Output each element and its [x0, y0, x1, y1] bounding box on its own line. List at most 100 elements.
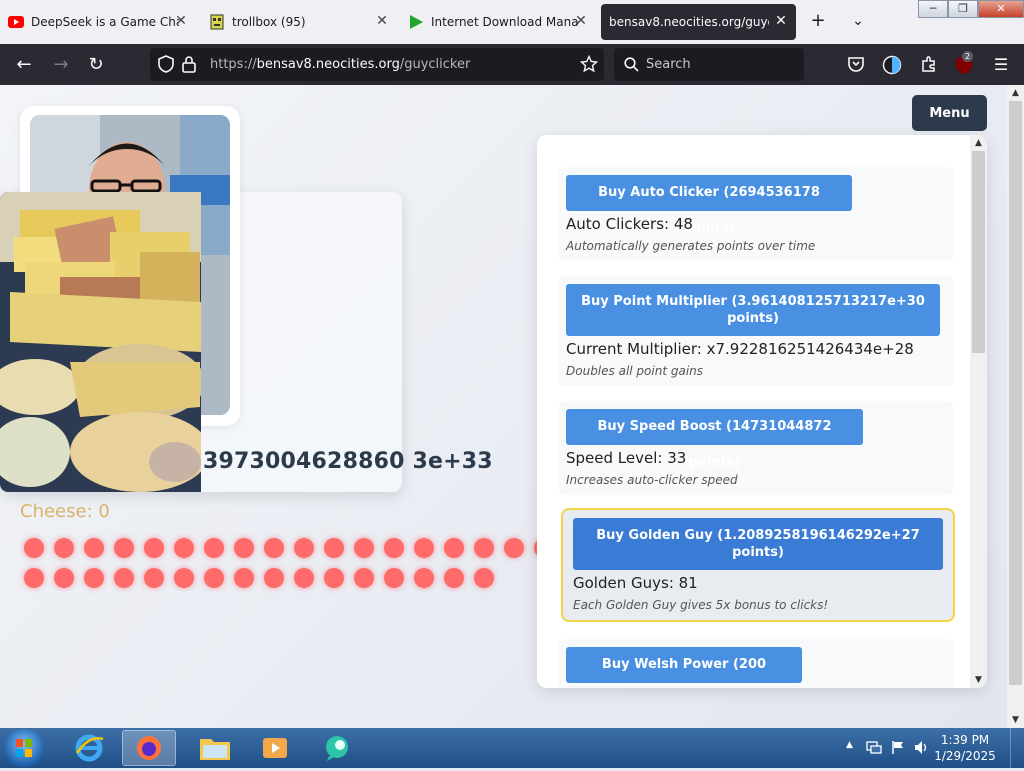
back-arrow-icon[interactable]: ← [13, 54, 35, 76]
pocket-icon[interactable] [847, 56, 865, 77]
internet-explorer-icon[interactable] [62, 730, 116, 766]
golden-guy-dot [324, 568, 344, 588]
golden-guy-dot [234, 538, 254, 558]
scroll-down-arrow-icon[interactable]: ▼ [970, 672, 987, 688]
tab-trollbox[interactable]: trollbox (95) ✕ [201, 4, 397, 40]
golden-guy-dot [444, 538, 464, 558]
golden-guy-dot [504, 538, 524, 558]
restore-button[interactable]: ❐ [948, 0, 978, 18]
hamburger-menu-icon[interactable]: ☰ [990, 54, 1012, 76]
shop-item-golden-guy: Buy Golden Guy (1.2089258196146292e+27 p… [561, 508, 955, 622]
golden-guy-dot [234, 568, 254, 588]
search-icon [624, 57, 639, 76]
golden-guy-dot [384, 568, 404, 588]
golden-guy-desc: Each Golden Guy gives 5x bonus to clicks… [573, 598, 829, 612]
golden-guy-dot [324, 538, 344, 558]
golden-guy-dot [24, 538, 44, 558]
multiplier-stat: Current Multiplier: x7.922816251426434e+… [566, 340, 914, 358]
network-icon[interactable] [866, 740, 882, 757]
golden-guy-dot [294, 538, 314, 558]
cheese-image[interactable] [0, 192, 201, 492]
menu-button[interactable]: Menu [912, 95, 987, 131]
tab-title: Internet Download Manag [431, 15, 579, 29]
golden-guy-dot [54, 568, 74, 588]
tab-close-button[interactable]: ✕ [574, 14, 588, 28]
golden-guy-dot [54, 538, 74, 558]
forward-arrow-icon[interactable]: → [50, 54, 72, 76]
shop-scrollbar[interactable]: ▲ ▼ [970, 135, 987, 688]
action-center-flag-icon[interactable] [891, 740, 905, 758]
tab-title: DeepSeek is a Game Chang [31, 15, 179, 29]
tab-close-button[interactable]: ✕ [375, 14, 389, 28]
shop-item-auto-clicker: Buy Auto Clicker (2694536178 points) Aut… [558, 167, 954, 261]
youtube-icon [8, 14, 24, 30]
clock-date: 1/29/2025 [934, 749, 996, 763]
tab-title: bensav8.neocities.org/guyclick [609, 15, 769, 29]
cheese-counter: Cheese: 0 [20, 501, 110, 522]
golden-guy-dot [384, 538, 404, 558]
scroll-up-arrow-icon[interactable]: ▲ [970, 135, 987, 151]
url-text[interactable]: https://bensav8.neocities.org/guyclicker [210, 57, 470, 72]
golden-guy-dot [354, 568, 374, 588]
search-field[interactable]: Search [614, 48, 804, 81]
tab-guyclicker[interactable]: bensav8.neocities.org/guyclick ✕ [601, 4, 796, 40]
buy-golden-guy-button[interactable]: Buy Golden Guy (1.2089258196146292e+27 p… [573, 518, 943, 570]
lock-icon[interactable] [182, 55, 196, 77]
reload-icon[interactable]: ↻ [85, 54, 107, 76]
url-path: /guyclicker [399, 57, 471, 72]
golden-guy-dot [84, 538, 104, 558]
list-tabs-chevron-icon[interactable]: ⌄ [848, 12, 868, 30]
page-scroll-thumb[interactable] [1009, 101, 1022, 685]
golden-guy-dot [84, 568, 104, 588]
auto-clicker-desc: Automatically generates points over time [566, 239, 816, 253]
file-explorer-folder-icon[interactable] [188, 730, 242, 766]
golden-guy-dot [24, 568, 44, 588]
volume-speaker-icon[interactable] [914, 740, 930, 758]
shop-item-point-multiplier: Buy Point Multiplier (3.961408125713217e… [558, 276, 954, 386]
buy-welsh-power-button[interactable]: Buy Welsh Power (200 points) [566, 647, 802, 683]
firefox-taskbar-icon[interactable] [122, 730, 176, 766]
tab-close-button[interactable]: ✕ [774, 14, 788, 28]
new-tab-plus-icon[interactable]: + [808, 12, 828, 30]
dark-reader-icon[interactable] [882, 55, 902, 79]
system-clock[interactable]: 1:39 PM 1/29/2025 [930, 732, 1000, 764]
page-scrollbar[interactable]: ▲ ▼ [1007, 85, 1024, 728]
shop-scroll-thumb[interactable] [972, 151, 985, 353]
golden-guy-dot [474, 568, 494, 588]
show-hidden-icons-arrow-icon[interactable]: ▲ [846, 740, 853, 750]
golden-guy-dot [354, 538, 374, 558]
shop-panel: Buy Auto Clicker (2694536178 points) Aut… [537, 135, 987, 688]
golden-guy-dot [474, 538, 494, 558]
golden-guy-dot [414, 568, 434, 588]
windows-taskbar: ▲ 1:39 PM 1/29/2025 [0, 728, 1024, 768]
golden-guy-dot [114, 568, 134, 588]
tab-idm[interactable]: Internet Download Manag ✕ [400, 4, 596, 40]
media-player-icon[interactable] [248, 730, 302, 766]
tab-deepseek[interactable]: DeepSeek is a Game Chang ✕ [0, 4, 196, 40]
golden-guy-dot [174, 538, 194, 558]
golden-guy-dot [294, 568, 314, 588]
golden-guy-dot [264, 538, 284, 558]
shield-icon[interactable] [158, 55, 174, 77]
show-desktop-button[interactable] [1010, 728, 1024, 768]
golden-guy-dot [204, 568, 224, 588]
navigation-toolbar: ← → ↻ https://bensav8.neocities.org/guyc… [0, 44, 1024, 85]
chat-bubble-app-icon[interactable] [310, 730, 364, 766]
golden-guy-dot [414, 538, 434, 558]
tab-close-button[interactable]: ✕ [174, 14, 188, 28]
scroll-down-arrow-icon[interactable]: ▼ [1007, 712, 1024, 728]
game-page: 3973004628860 3e+33 Cheese: 0 Menu Buy A… [0, 85, 1007, 728]
buy-auto-clicker-button[interactable]: Buy Auto Clicker (2694536178 points) [566, 175, 852, 236]
close-window-button[interactable]: ✕ [978, 0, 1024, 18]
start-button-windows-icon[interactable] [4, 729, 44, 767]
speed-level-stat: Speed Level: 33 [566, 449, 687, 467]
buy-speed-boost-button[interactable]: Buy Speed Boost (14731044872 points) [566, 409, 863, 470]
trollbox-icon [209, 14, 225, 30]
address-bar[interactable]: https://bensav8.neocities.org/guyclicker [150, 48, 604, 81]
bookmark-star-icon[interactable] [579, 54, 599, 77]
url-prefix: https:// [210, 57, 257, 72]
extensions-puzzle-icon[interactable] [920, 55, 938, 77]
scroll-up-arrow-icon[interactable]: ▲ [1007, 85, 1024, 101]
minimize-button[interactable]: ─ [918, 0, 948, 18]
buy-point-multiplier-button[interactable]: Buy Point Multiplier (3.961408125713217e… [566, 284, 940, 336]
